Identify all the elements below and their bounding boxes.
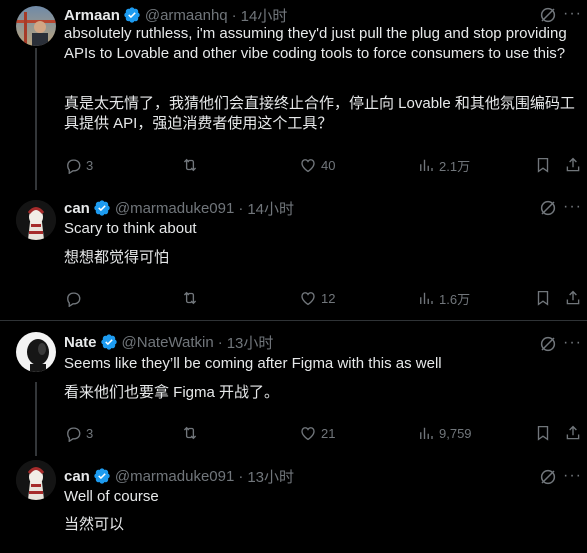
- tweet-text-original: Seems like they’ll be coming after Figma…: [64, 355, 442, 372]
- views-button[interactable]: 2.1万: [417, 155, 470, 175]
- user-handle[interactable]: @NateWatkin: [122, 334, 214, 351]
- retweet-button[interactable]: [181, 423, 199, 443]
- like-count: 21: [321, 425, 336, 441]
- share-button[interactable]: [564, 288, 582, 308]
- avatar[interactable]: [16, 200, 56, 240]
- reply-icon: [67, 427, 81, 442]
- grok-icon[interactable]: [539, 6, 557, 24]
- like-button[interactable]: 12: [299, 288, 335, 308]
- separator: ·: [238, 467, 244, 485]
- bookmark-button[interactable]: [534, 423, 552, 443]
- bookmark-button[interactable]: [534, 288, 552, 308]
- like-icon: [301, 427, 315, 441]
- share-icon: [566, 290, 580, 305]
- verified-icon: [100, 334, 117, 350]
- like-icon: [301, 292, 315, 306]
- tweet-text-translation: 想想都觉得可怕: [64, 249, 170, 266]
- tweet-text-original: Scary to think about: [64, 220, 197, 237]
- bookmark-icon: [537, 157, 549, 173]
- views-count: 2.1万: [439, 158, 471, 174]
- views-count: 9,759: [439, 425, 472, 441]
- display-name[interactable]: Armaan: [64, 7, 120, 24]
- share-icon: [566, 157, 580, 172]
- tweet-text-translation: 真是太无情了，我猜他们会直接终止合作，停止向 Lovable 和其他氛围编码工具…: [64, 95, 575, 132]
- like-button[interactable]: 40: [299, 155, 335, 175]
- display-name[interactable]: can: [64, 200, 90, 217]
- timestamp[interactable]: 13小时: [247, 466, 294, 487]
- tweet-header: can @marmaduke091 · 14小时: [64, 198, 294, 218]
- display-name[interactable]: can: [64, 468, 90, 485]
- retweet-button[interactable]: [181, 288, 199, 308]
- tweet-can[interactable]: can @marmaduke091 · 14小时 ··· Scary to th…: [0, 196, 587, 320]
- retweet-icon: [183, 291, 197, 305]
- verified-icon: [94, 468, 110, 484]
- views-button[interactable]: 1.6万: [417, 288, 470, 308]
- views-button[interactable]: 9,759: [417, 423, 472, 443]
- reply-icon: [67, 292, 81, 307]
- bookmark-icon: [537, 290, 549, 306]
- grok-icon[interactable]: [539, 199, 557, 217]
- reply-count: 3: [86, 157, 94, 173]
- views-icon: [420, 159, 433, 171]
- views-icon: [420, 292, 433, 304]
- tweet-actions: 12 1.6万: [64, 288, 584, 308]
- retweet-button[interactable]: [181, 155, 199, 175]
- separator: ·: [217, 333, 223, 351]
- reply-button[interactable]: 3: [64, 423, 93, 443]
- verified-icon: [94, 200, 110, 216]
- like-count: 12: [321, 290, 336, 306]
- retweet-icon: [183, 158, 197, 172]
- reply-icon: [67, 159, 81, 174]
- tweet-nate[interactable]: Nate @NateWatkin · 13小时 ··· Seems like t…: [0, 322, 587, 452]
- tweet-can-reply[interactable]: can @marmaduke091 · 13小时 ··· Well of cou…: [0, 456, 587, 553]
- more-icon[interactable]: ···: [563, 468, 581, 487]
- tweet-actions: 3 40 2.1万: [64, 155, 584, 175]
- bookmark-icon: [537, 425, 549, 441]
- user-handle[interactable]: @marmaduke091: [115, 468, 234, 485]
- more-icon[interactable]: ···: [563, 335, 581, 354]
- bookmark-button[interactable]: [534, 155, 552, 175]
- display-name[interactable]: Nate: [64, 334, 97, 351]
- tweet-actions: 3 21 9,759: [64, 423, 584, 443]
- tweet-text-translation: 看来他们也要拿 Figma 开战了。: [64, 384, 280, 401]
- reply-button[interactable]: [64, 288, 82, 308]
- like-button[interactable]: 21: [299, 423, 335, 443]
- verified-icon: [124, 7, 140, 23]
- grok-icon[interactable]: [539, 468, 557, 486]
- timestamp[interactable]: 13小时: [227, 332, 274, 353]
- views-count: 1.6万: [439, 291, 471, 307]
- user-handle[interactable]: @armaanhq: [145, 7, 228, 24]
- reply-button[interactable]: 3: [64, 155, 93, 175]
- divider: [0, 320, 587, 321]
- retweet-icon: [183, 426, 197, 440]
- timestamp[interactable]: 14小时: [241, 5, 288, 26]
- avatar[interactable]: [16, 460, 56, 500]
- user-handle[interactable]: @marmaduke091: [115, 200, 234, 217]
- timestamp[interactable]: 14小时: [247, 198, 294, 219]
- avatar[interactable]: [16, 332, 56, 372]
- views-icon: [420, 427, 433, 439]
- grok-icon[interactable]: [539, 335, 557, 353]
- separator: ·: [231, 6, 237, 24]
- tweet-text-translation: 当然可以: [64, 516, 125, 533]
- tweet-armaan[interactable]: Armaan @armaanhq · 14小时 ··· absolutely r…: [0, 0, 587, 196]
- like-count: 40: [321, 157, 336, 173]
- like-icon: [301, 159, 315, 173]
- more-icon[interactable]: ···: [563, 6, 581, 25]
- reply-count: 3: [86, 425, 94, 441]
- tweet-text-original: Well of course: [64, 488, 159, 505]
- share-button[interactable]: [564, 155, 582, 175]
- avatar[interactable]: [16, 6, 56, 46]
- share-button[interactable]: [564, 423, 582, 443]
- separator: ·: [238, 199, 244, 217]
- tweet-text-original: absolutely ruthless, i'm assuming they'd…: [64, 25, 567, 62]
- share-icon: [566, 425, 580, 440]
- more-icon[interactable]: ···: [563, 199, 581, 218]
- tweet-header: Armaan @armaanhq · 14小时: [64, 5, 287, 25]
- tweet-header: Nate @NateWatkin · 13小时: [64, 332, 273, 352]
- tweet-header: can @marmaduke091 · 13小时: [64, 466, 294, 486]
